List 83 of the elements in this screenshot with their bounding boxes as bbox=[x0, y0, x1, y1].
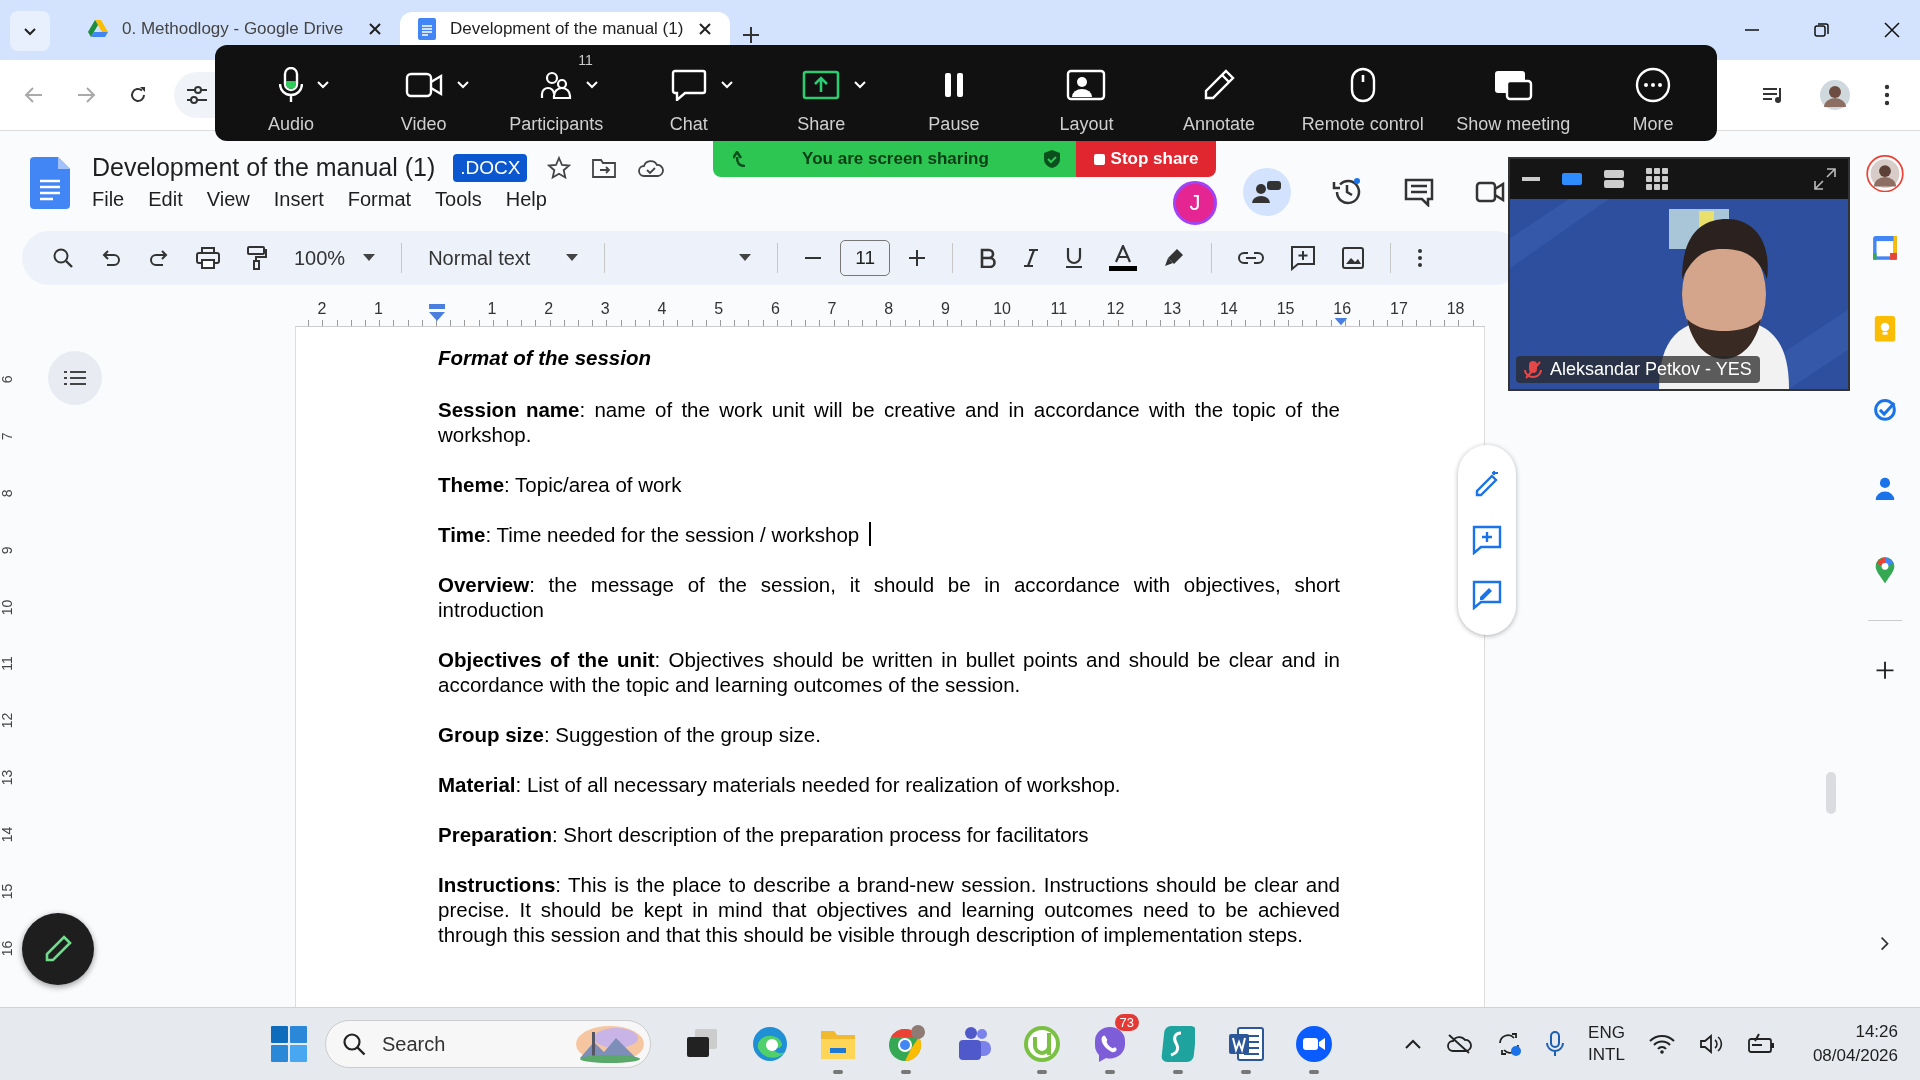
ruler-number: 1 bbox=[486, 300, 498, 318]
ruler-number: 9 bbox=[0, 545, 16, 556]
meeting-control-button[interactable]: Pause bbox=[903, 45, 1004, 141]
search-field[interactable]: Search bbox=[325, 1020, 651, 1068]
sharing-banner[interactable]: You are screen sharing bbox=[713, 141, 1076, 177]
style-dropdown[interactable]: Normal text bbox=[428, 246, 579, 270]
language-indicator[interactable]: ENG INTL bbox=[1588, 1022, 1625, 1066]
meeting-control-button[interactable]: Remote control bbox=[1301, 45, 1424, 141]
meeting-control-button[interactable]: More bbox=[1602, 45, 1703, 141]
ruler-number: 13 bbox=[1162, 300, 1183, 318]
ruler-number: 9 bbox=[939, 300, 951, 318]
language-label: ENG bbox=[1588, 1022, 1625, 1044]
notification-badge: 73 bbox=[1114, 1014, 1139, 1031]
paragraph: Group size: Suggestion of the group size. bbox=[438, 722, 822, 747]
tab-title: 0. Methodlogy - Google Drive bbox=[122, 18, 345, 39]
ruler-number: 6 bbox=[0, 374, 16, 386]
meeting-control-button[interactable]: Show meeting bbox=[1456, 45, 1571, 141]
paragraph: Time: Time needed for the session / workshop bbox=[438, 522, 1340, 547]
file-type-badge: .DOCX bbox=[453, 153, 528, 182]
ruler-number: 11 bbox=[0, 656, 16, 671]
paragraph: Preparation: Short description of the preparation process for facilitators bbox=[438, 822, 1090, 847]
date-label: 08/04/2026 bbox=[1812, 1045, 1898, 1067]
ruler-number: 8 bbox=[883, 300, 895, 318]
ruler-number: 7 bbox=[826, 300, 838, 318]
document-title[interactable]: Development of the manual (1) bbox=[92, 153, 436, 182]
ruler-number: 8 bbox=[0, 488, 16, 500]
paragraph: Material: List of all necessary materials needed for realization of workshop. bbox=[438, 772, 1122, 797]
menu-item[interactable]: Edit bbox=[148, 188, 183, 211]
meeting-control-button[interactable]: Annotate bbox=[1169, 45, 1270, 141]
search-placeholder: Search bbox=[382, 1032, 447, 1056]
stop-share-button[interactable]: Stop share bbox=[1076, 141, 1216, 177]
paragraph: Overview: the message of the session, it should be in accordance with objectives, short introduction bbox=[438, 572, 1340, 622]
time-label: 14:26 bbox=[1855, 1021, 1898, 1043]
language-label: INTL bbox=[1588, 1044, 1625, 1066]
menu-item[interactable]: Insert bbox=[273, 188, 324, 211]
section-heading: Format of the session bbox=[438, 345, 652, 370]
menu-item[interactable]: Tools bbox=[435, 188, 482, 211]
ruler-number: 5 bbox=[713, 300, 725, 318]
ruler-number: 4 bbox=[656, 300, 668, 318]
ruler-number: 6 bbox=[769, 300, 781, 318]
ruler-number: 16 bbox=[0, 941, 16, 956]
browser-tab[interactable]: Development of the manual (1) bbox=[400, 12, 730, 45]
menu-item[interactable]: Format bbox=[347, 188, 412, 211]
ruler-number: 17 bbox=[1389, 300, 1409, 318]
menu-item[interactable]: View bbox=[206, 188, 250, 211]
paragraph: Objectives of the unit: Objectives should be written in bullet points and should be clear and in accordance with the topic and learning outcomes of the session. bbox=[438, 647, 1340, 697]
ruler-number: 12 bbox=[1105, 300, 1126, 318]
tab-title: Development of the manual (1) bbox=[450, 18, 684, 39]
ruler-number: 1 bbox=[373, 300, 384, 318]
collaborator-avatar[interactable]: J bbox=[1173, 181, 1217, 225]
meeting-control-button[interactable]: Share bbox=[771, 45, 872, 141]
paragraph: Instructions: This is the place to describe a brand-new session. Instructions should be clear and precise. It should be kept in mind that objectives and learning outcomes need to be achieved through this session and that this should be visible through description of implementation steps. bbox=[438, 872, 1340, 947]
ruler-number: 13 bbox=[0, 770, 16, 785]
menu-item[interactable]: Help bbox=[505, 188, 547, 211]
ruler-number: 7 bbox=[0, 431, 16, 443]
ruler-number: 2 bbox=[543, 300, 555, 318]
ruler-number: 15 bbox=[0, 884, 16, 899]
ruler-number: 11 bbox=[1049, 300, 1069, 318]
menu-item[interactable]: File bbox=[92, 188, 125, 211]
ruler-number: 16 bbox=[1332, 300, 1353, 318]
ruler-number: 14 bbox=[0, 827, 16, 842]
ruler-number: 2 bbox=[316, 300, 328, 318]
clock[interactable]: 14:26 08/04/2026 bbox=[1812, 1020, 1898, 1068]
paragraph: Session name: name of the work unit will be creative and in accordance with the topic of the workshop. bbox=[438, 397, 1340, 447]
meeting-control-button[interactable]: Chat bbox=[638, 45, 739, 141]
paragraph: Theme: Topic/area of work bbox=[438, 472, 683, 497]
participant-count: 11 bbox=[578, 52, 593, 68]
browser-tab[interactable]: 0. Methodlogy - Google Drive bbox=[70, 12, 400, 45]
zoom-dropdown[interactable]: 100% bbox=[294, 246, 376, 270]
sharing-status: You are screen sharing bbox=[801, 149, 990, 169]
ruler-number: 10 bbox=[0, 600, 16, 614]
meeting-control-button[interactable]: Layout bbox=[1036, 45, 1137, 141]
meeting-control-button[interactable]: Audio bbox=[241, 45, 341, 141]
ruler-number: 10 bbox=[992, 300, 1012, 318]
meeting-control-button[interactable]: Video bbox=[373, 45, 474, 141]
ruler-number: 18 bbox=[1445, 300, 1466, 318]
ruler-number: 14 bbox=[1218, 300, 1239, 318]
meeting-control-button[interactable]: 11 Participants bbox=[506, 45, 607, 141]
ruler-number: 3 bbox=[599, 300, 611, 318]
participant-name: Aleksandar Petkov - YES bbox=[1550, 359, 1752, 380]
ruler-number: 12 bbox=[0, 713, 16, 728]
font-size-field[interactable]: 11 bbox=[840, 240, 891, 276]
ruler-number: 15 bbox=[1275, 300, 1296, 318]
